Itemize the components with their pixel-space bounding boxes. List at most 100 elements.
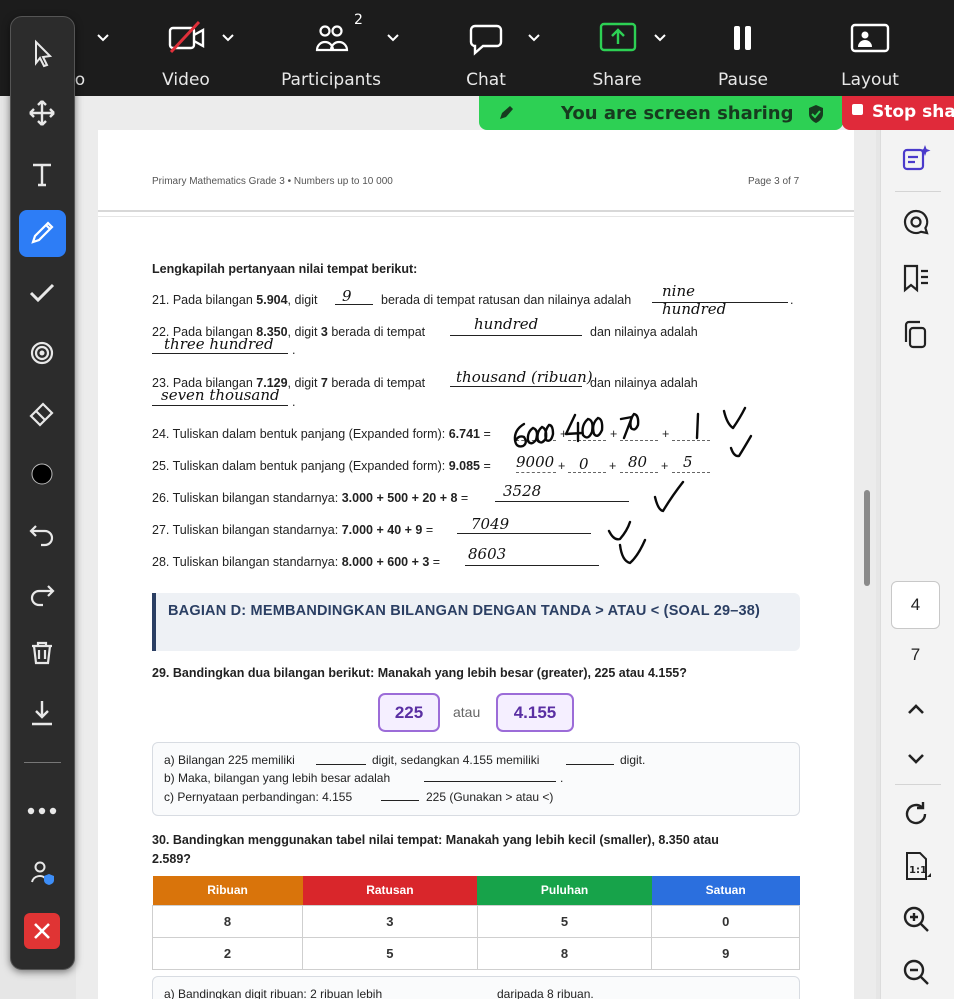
table-cell: 3 — [302, 904, 478, 938]
toolbar-label-audio: o — [74, 70, 86, 90]
actual-size-icon[interactable]: 1:1 — [896, 846, 936, 886]
stop-share-button[interactable]: Stop share — [842, 96, 954, 130]
participants-icon — [315, 25, 349, 52]
close-icon — [34, 923, 50, 939]
chevron-down-icon[interactable] — [386, 30, 400, 44]
screen-sharing-banner: You are screen sharing — [479, 96, 843, 130]
scrollbar-thumb[interactable] — [864, 490, 870, 586]
toolbar-label-video: Video — [162, 70, 210, 90]
ink-digit-0 — [544, 423, 555, 442]
question-29: 29. Bandingkan dua bilangan berikut: Man… — [152, 666, 687, 680]
toolbar-label-layout: Layout — [841, 70, 899, 90]
chevron-down-icon[interactable] — [896, 738, 936, 778]
text-tool-icon[interactable] — [19, 151, 65, 197]
ink-digit-0 — [581, 417, 594, 439]
color-picker-icon[interactable] — [19, 451, 65, 497]
svg-text:1:1: 1:1 — [909, 865, 927, 876]
answer-line — [424, 781, 556, 782]
table-cell: 0 — [651, 904, 800, 938]
section-header-part-d: BAGIAN D: MEMBANDINGKAN BILANGAN DENGAN … — [152, 593, 800, 651]
eraser-icon[interactable] — [19, 390, 65, 436]
participants-button[interactable]: 2 Participants — [281, 0, 392, 96]
ai-sparkle-icon[interactable] — [896, 140, 936, 180]
page-number-input[interactable]: 4 — [891, 581, 940, 629]
chevron-down-icon[interactable] — [653, 30, 667, 44]
meeting-toolbar: o Video 2 Participants Chat Share Pause … — [0, 0, 954, 96]
trash-icon[interactable] — [19, 630, 65, 676]
table-header: Ratusan — [302, 876, 478, 905]
shield-check-icon — [809, 105, 823, 123]
sub-question-b: b) Maka, bilangan yang lebih besar adala… — [164, 771, 391, 785]
answer-line — [316, 764, 366, 765]
layout-button[interactable]: Layout — [840, 0, 900, 96]
place-value-table: Ribuan Ratusan Puluhan Satuan 8 3 5 0 2 … — [151, 876, 800, 970]
divider — [24, 762, 61, 763]
sub-question-a: a) Bilangan 225 memiliki — [164, 753, 295, 767]
ink-digit-6 — [513, 422, 527, 448]
zoom-out-icon[interactable] — [896, 952, 936, 992]
copy-icon[interactable] — [896, 315, 936, 355]
toolbar-label-participants: Participants — [281, 70, 381, 90]
chat-button[interactable]: Chat — [455, 0, 517, 96]
table-cell: 5 — [302, 936, 478, 970]
table-header: Ribuan — [152, 876, 303, 905]
or-label: atau — [453, 704, 481, 720]
chat-icon — [469, 24, 503, 56]
toolbar-label-chat: Chat — [466, 70, 506, 90]
cursor-select-icon[interactable] — [19, 30, 65, 76]
toolbar-label-share: Share — [592, 70, 642, 90]
sub-question-c: c) Pernyataan perbandingan: 4.155 — [164, 790, 353, 804]
ink-digit-1 — [695, 412, 700, 440]
pause-share-button[interactable]: Pause — [715, 0, 771, 96]
video-button[interactable]: Video — [155, 0, 235, 96]
sharing-status-text: You are screen sharing — [561, 103, 794, 124]
table-cell: 5 — [476, 904, 653, 938]
total-pages-label: 7 — [910, 645, 921, 664]
chevron-up-icon[interactable] — [896, 690, 936, 730]
answer-line — [381, 800, 419, 801]
request-control-icon[interactable] — [19, 850, 65, 896]
chevron-down-icon[interactable] — [527, 30, 541, 44]
stop-icon — [852, 104, 863, 115]
move-icon[interactable] — [19, 90, 65, 136]
download-icon[interactable] — [19, 690, 65, 736]
share-screen-icon — [599, 22, 637, 52]
video-off-icon — [168, 20, 205, 54]
ink-digit-0 — [629, 412, 640, 431]
more-options-icon[interactable] — [19, 788, 65, 834]
sub-question-a: a) Bandingkan digit ribuan: 2 ribuan leb… — [164, 987, 383, 999]
checkmark-stamp-icon[interactable] — [19, 270, 65, 316]
table-cell: 8 — [476, 936, 653, 970]
table-header: Puluhan — [477, 876, 652, 905]
spotlight-icon[interactable] — [19, 330, 65, 376]
table-row: 2 5 8 9 — [151, 936, 800, 970]
participants-count-badge: 2 — [354, 12, 363, 28]
divider — [895, 784, 941, 785]
redo-icon[interactable] — [19, 570, 65, 616]
ink-check — [618, 538, 647, 565]
close-annotation-button[interactable] — [24, 913, 60, 949]
table-cell: 2 — [151, 936, 304, 970]
zoom-in-icon[interactable] — [896, 899, 936, 939]
chevron-down-icon[interactable] — [96, 30, 110, 44]
ink-check — [607, 520, 632, 541]
pencil-icon — [500, 106, 513, 119]
handwriting-ink — [513, 406, 753, 565]
question-30: 30. Bandingkan menggunakan tabel nilai t… — [152, 833, 719, 847]
toolbar-label-pause: Pause — [718, 70, 768, 90]
bookmarks-icon[interactable] — [896, 258, 936, 298]
ink-check — [722, 406, 747, 430]
table-cell: 8 — [151, 904, 304, 938]
table-header: Satuan — [651, 876, 800, 905]
table-row: 8 3 5 0 — [151, 904, 800, 938]
pause-icon — [734, 26, 751, 50]
undo-icon[interactable] — [19, 510, 65, 556]
ink-digit-4 — [564, 413, 584, 443]
chevron-down-icon[interactable] — [221, 30, 235, 44]
refresh-icon[interactable] — [896, 794, 936, 834]
number-box: 225 — [378, 693, 440, 732]
comment-icon[interactable] — [896, 202, 936, 242]
share-button[interactable]: Share — [590, 0, 646, 96]
pen-draw-icon[interactable] — [19, 210, 65, 256]
ink-check — [653, 480, 685, 513]
